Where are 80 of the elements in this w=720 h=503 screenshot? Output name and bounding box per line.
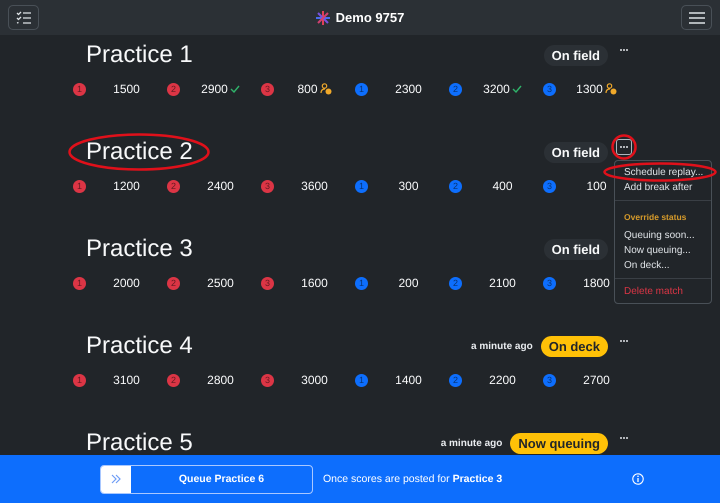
- score-value: 2400: [207, 179, 234, 193]
- score-value: 1300: [576, 82, 603, 96]
- station-badge: 1: [355, 180, 368, 192]
- score-value: 1500: [113, 82, 140, 96]
- menu-button[interactable]: [681, 5, 712, 30]
- station-badge: 3: [543, 374, 556, 386]
- match-title: Practice 3: [86, 235, 193, 263]
- station-badge: 2: [167, 82, 180, 96]
- score-value: 300: [398, 179, 419, 193]
- queue-button[interactable]: Queue Practice 6: [100, 464, 313, 494]
- score-value: 1600: [301, 276, 328, 290]
- checklist-icon: [16, 11, 32, 24]
- score-value: 200: [398, 276, 419, 290]
- match-title: Practice 5: [86, 429, 193, 455]
- check-icon: [512, 85, 522, 93]
- menu-item[interactable]: On deck...: [615, 258, 711, 273]
- station-badge: 2: [449, 180, 462, 192]
- station-badge: 2: [449, 374, 462, 386]
- checklist-button[interactable]: [8, 5, 39, 30]
- station-badge: 2: [167, 180, 180, 192]
- status-pill: On field: [544, 44, 608, 66]
- double-chevron-icon: [111, 474, 121, 484]
- menu-item[interactable]: Now queuing...: [615, 243, 711, 258]
- menu-icon: [688, 12, 704, 24]
- menu-item[interactable]: Add break after: [615, 180, 711, 195]
- score-value: 1200: [113, 179, 140, 193]
- score-value: 1400: [395, 373, 422, 387]
- station-badge: 3: [261, 180, 274, 192]
- station-badge: 3: [261, 276, 274, 290]
- station-badge: 1: [73, 180, 86, 192]
- score-value: 2900: [201, 82, 228, 96]
- score-value: 2100: [489, 276, 516, 290]
- station-badge: 3: [543, 276, 556, 290]
- match-title: Practice 2: [86, 138, 193, 166]
- station-badge: 3: [261, 82, 274, 96]
- menu-header: Override status: [623, 211, 688, 224]
- station-badge: 1: [73, 374, 86, 386]
- station-badge: 2: [449, 82, 462, 96]
- station-badge: 1: [355, 276, 368, 290]
- info-icon[interactable]: [632, 473, 644, 485]
- station-badge: 2: [167, 276, 180, 290]
- score-value: 3200: [483, 82, 510, 96]
- score-value: 2300: [395, 82, 422, 96]
- score-value: 3100: [113, 373, 140, 387]
- status-pill: Now queuing: [510, 432, 608, 454]
- station-badge: 1: [355, 82, 368, 96]
- match-title: Practice 1: [86, 41, 193, 69]
- match-title: Practice 4: [86, 332, 193, 360]
- app-title: Demo 9757: [336, 10, 404, 25]
- status-pill: On field: [544, 142, 608, 162]
- score-value: 400: [492, 179, 513, 193]
- score-value: 3600: [301, 179, 328, 193]
- station-badge: 1: [355, 374, 368, 386]
- score-value: 800: [297, 82, 318, 96]
- status-pill: On deck: [540, 336, 608, 356]
- queue-note: Once scores are posted for Practice 3: [323, 473, 502, 485]
- score-value: 2700: [583, 373, 610, 387]
- menu-item[interactable]: Queuing soon...: [615, 228, 711, 243]
- score-value: 2000: [113, 276, 140, 290]
- score-value: 1800: [583, 276, 610, 290]
- station-badge: 2: [167, 374, 180, 386]
- check-icon: [230, 85, 240, 93]
- star-logo-icon: [316, 10, 330, 24]
- station-badge: 3: [261, 374, 274, 386]
- station-badge: 2: [449, 276, 462, 290]
- station-badge: 3: [543, 180, 556, 192]
- person-coin-icon: [604, 83, 617, 95]
- score-value: 2200: [489, 373, 516, 387]
- station-badge: 1: [73, 82, 86, 96]
- score-value: 2500: [207, 276, 234, 290]
- score-value: 3000: [301, 373, 328, 387]
- score-value: 100: [586, 179, 607, 193]
- station-badge: 1: [73, 276, 86, 290]
- time-ago: a minute ago: [440, 438, 502, 448]
- status-pill: On field: [544, 238, 608, 260]
- time-ago: a minute ago: [471, 340, 533, 352]
- more-button[interactable]: [616, 139, 632, 155]
- score-value: 2800: [207, 373, 234, 387]
- person-coin-icon: [320, 83, 332, 95]
- station-badge: 3: [543, 82, 556, 96]
